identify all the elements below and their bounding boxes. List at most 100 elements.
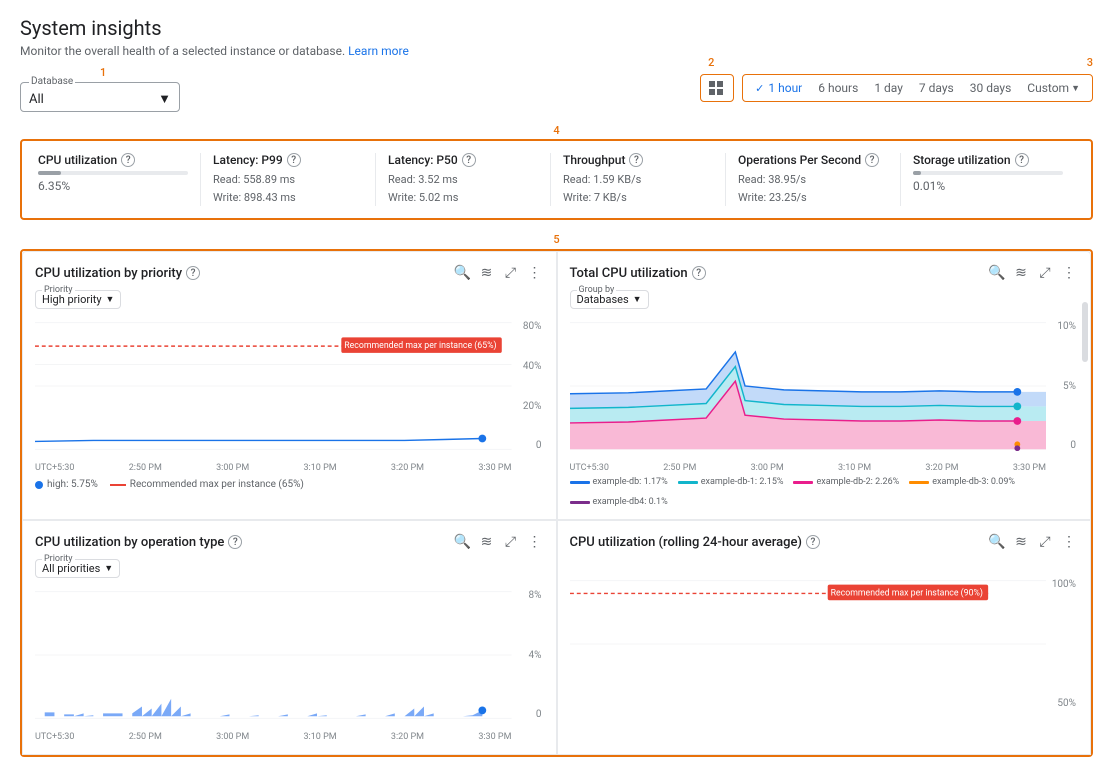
chart-total-cpu: Total CPU utilization ? 🔍 ≋ ⤢ ⋮ Group by… <box>557 251 1092 520</box>
expand-icon-1[interactable]: ⤢ <box>502 264 520 282</box>
group-by-selector[interactable]: Group by Databases ▼ <box>570 290 649 309</box>
help-icon-throughput[interactable]: ? <box>629 153 643 167</box>
chart-cpu-operation: CPU utilization by operation type ? 🔍 ≋ … <box>22 520 557 755</box>
legend-db4: example-db-3: 0.09% <box>909 477 1015 487</box>
zoom-icon-4[interactable]: 🔍 <box>988 533 1006 551</box>
chart-legend-1: high: 5.75% Recommended max per instance… <box>35 479 544 490</box>
metric-p99-title: Latency: P99 ? <box>213 153 363 167</box>
more-icon-2[interactable]: ⋮ <box>1060 264 1078 282</box>
charts-section: CPU utilization by priority ? 🔍 ≋ ⤢ ⋮ Pr… <box>20 249 1093 757</box>
help-icon-storage[interactable]: ? <box>1015 153 1029 167</box>
zoom-icon-3[interactable]: 🔍 <box>454 533 472 551</box>
database-selector[interactable]: Database All ▼ <box>20 82 180 112</box>
chart-cpu-rolling: CPU utilization (rolling 24-hour average… <box>557 520 1092 755</box>
time-7d[interactable]: 7 days <box>915 79 958 97</box>
help-icon-ops[interactable]: ? <box>865 153 879 167</box>
metric-latency-p99: Latency: P99 ? Read: 558.89 msWrite: 898… <box>201 153 376 206</box>
compare-icon-1[interactable]: ≋ <box>478 264 496 282</box>
chart-area-4: 100% 50% Recommended max per instance (9… <box>570 579 1079 719</box>
metric-throughput-sub: Read: 1.59 KB/sWrite: 7 KB/s <box>563 171 713 206</box>
view-toggle-button[interactable] <box>700 74 734 102</box>
db-selector-value: All ▼ <box>29 91 171 107</box>
time-1h[interactable]: ✓ 1 hour <box>751 79 806 97</box>
chart-cpu-rolling-header: CPU utilization (rolling 24-hour average… <box>570 533 1079 551</box>
chart-cpu-operation-header: CPU utilization by operation type ? 🔍 ≋ … <box>35 533 544 551</box>
legend-db3: example-db-2: 2.26% <box>793 477 899 487</box>
chart-actions-3: 🔍 ≋ ⤢ ⋮ <box>454 533 544 551</box>
metric-storage: Storage utilization ? 0.01% <box>901 153 1075 206</box>
legend-db1: example-db: 1.17% <box>570 477 668 487</box>
chevron-down-icon: ▼ <box>106 294 115 305</box>
zoom-icon-2[interactable]: 🔍 <box>988 264 1006 282</box>
metric-p99-sub: Read: 558.89 msWrite: 898.43 ms <box>213 171 363 206</box>
metric-storage-title: Storage utilization ? <box>913 153 1063 167</box>
zoom-icon-1[interactable]: 🔍 <box>454 264 472 282</box>
chart-actions-2: 🔍 ≋ ⤢ ⋮ <box>988 264 1078 282</box>
chart-svg-2 <box>570 321 1047 451</box>
chart-total-cpu-header: Total CPU utilization ? 🔍 ≋ ⤢ ⋮ <box>570 264 1079 282</box>
list-icon <box>709 81 725 95</box>
metric-cpu-bar-fill <box>38 171 61 175</box>
time-6h[interactable]: 6 hours <box>814 79 862 97</box>
chevron-down-icon: ▼ <box>1071 83 1080 94</box>
help-icon-chart4[interactable]: ? <box>806 535 820 549</box>
help-icon-p99[interactable]: ? <box>287 153 301 167</box>
help-icon-p50[interactable]: ? <box>462 153 476 167</box>
legend-high: high: 5.75% <box>35 479 98 490</box>
expand-icon-3[interactable]: ⤢ <box>502 533 520 551</box>
metric-latency-p50: Latency: P50 ? Read: 3.52 msWrite: 5.02 … <box>376 153 551 206</box>
scrollbar[interactable] <box>1082 302 1088 362</box>
chart-cpu-operation-title: CPU utilization by operation type ? <box>35 535 242 550</box>
chevron-down-icon: ▼ <box>633 294 642 305</box>
metric-p50-title: Latency: P50 ? <box>388 153 538 167</box>
metric-ops: Operations Per Second ? Read: 38.95/sWri… <box>726 153 901 206</box>
help-icon-chart3[interactable]: ? <box>228 535 242 549</box>
chart-actions-1: 🔍 ≋ ⤢ ⋮ <box>454 264 544 282</box>
svg-text:Recommended max per instance (: Recommended max per instance (65%) <box>344 340 496 351</box>
top-controls: 1 Database All ▼ 2 <box>20 74 1093 112</box>
chart-area-1: 80% 40% 20% 0 <box>35 321 544 461</box>
x-labels-1: UTC+5:30 2:50 PM 3:00 PM 3:10 PM 3:20 PM… <box>35 463 544 473</box>
chevron-down-icon: ▼ <box>158 91 171 107</box>
metric-ops-title: Operations Per Second ? <box>738 153 888 167</box>
time-1d[interactable]: 1 day <box>870 79 907 97</box>
badge-1: 1 <box>100 66 106 79</box>
legend-recommended: Recommended max per instance (65%) <box>110 479 304 490</box>
compare-icon-2[interactable]: ≋ <box>1012 264 1030 282</box>
chart-cpu-priority-header: CPU utilization by priority ? 🔍 ≋ ⤢ ⋮ <box>35 264 544 282</box>
time-custom[interactable]: Custom ▼ <box>1023 79 1084 97</box>
metric-cpu-bar <box>38 171 188 175</box>
help-icon-chart1[interactable]: ? <box>186 266 200 280</box>
page-container: System insights Monitor the overall heal… <box>0 0 1113 773</box>
more-icon-4[interactable]: ⋮ <box>1060 533 1078 551</box>
chevron-down-icon: ▼ <box>104 563 113 574</box>
legend-db5: example-db4: 0.1% <box>570 497 668 507</box>
metric-cpu: CPU utilization ? 6.35% <box>38 153 201 206</box>
chart-cpu-rolling-title: CPU utilization (rolling 24-hour average… <box>570 535 820 550</box>
metric-p50-sub: Read: 3.52 msWrite: 5.02 ms <box>388 171 538 206</box>
help-icon-cpu[interactable]: ? <box>121 153 135 167</box>
metric-ops-sub: Read: 38.95/sWrite: 23.25/s <box>738 171 888 206</box>
compare-icon-4[interactable]: ≋ <box>1012 533 1030 551</box>
expand-icon-2[interactable]: ⤢ <box>1036 264 1054 282</box>
priority-selector-1[interactable]: Priority High priority ▼ <box>35 290 121 309</box>
chart-svg-3 <box>35 590 512 720</box>
more-icon-3[interactable]: ⋮ <box>526 533 544 551</box>
more-icon-1[interactable]: ⋮ <box>526 264 544 282</box>
learn-more-link[interactable]: Learn more <box>348 44 409 58</box>
time-30d[interactable]: 30 days <box>966 79 1016 97</box>
compare-icon-3[interactable]: ≋ <box>478 533 496 551</box>
chart-cpu-priority-title: CPU utilization by priority ? <box>35 266 200 281</box>
badge-4: 4 <box>553 124 561 137</box>
metric-throughput: Throughput ? Read: 1.59 KB/sWrite: 7 KB/… <box>551 153 726 206</box>
priority-selector-2[interactable]: Priority All priorities ▼ <box>35 559 120 578</box>
metric-cpu-title: CPU utilization ? <box>38 153 188 167</box>
chart-svg-1: Recommended max per instance (65%) <box>35 321 512 451</box>
help-icon-chart2[interactable]: ? <box>692 266 706 280</box>
metric-throughput-title: Throughput ? <box>563 153 713 167</box>
badge-3: 3 <box>1087 56 1093 69</box>
expand-icon-4[interactable]: ⤢ <box>1036 533 1054 551</box>
legend-db2: example-db-1: 2.15% <box>678 477 784 487</box>
chart-area-2: 10% 5% 0 <box>570 321 1079 461</box>
svg-text:Recommended max per instance (: Recommended max per instance (90%) <box>830 588 982 599</box>
